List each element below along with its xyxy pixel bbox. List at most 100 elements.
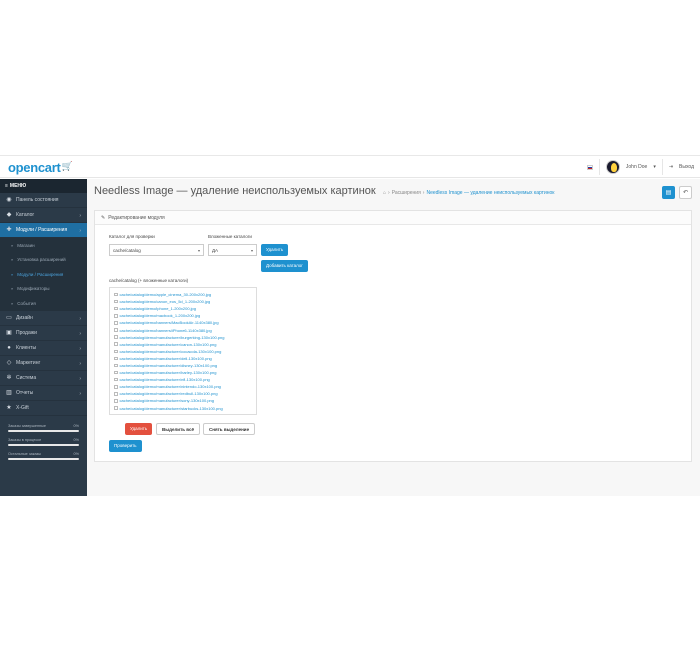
order-stats: Заказы завершенные 0% Заказы в процессе 0%… [0, 416, 87, 460]
file-checkbox[interactable] [114, 363, 118, 368]
file-path[interactable]: cache/catalog/demo/apple_cinema_30-200x2… [120, 292, 212, 297]
list-item[interactable]: cache/catalog/demo/manufacturer/starbuck… [114, 405, 256, 412]
file-path[interactable]: cache/catalog/demo/manufacturer/disney-1… [120, 363, 218, 368]
user-name[interactable]: John Doe [626, 164, 647, 170]
file-path[interactable]: cache/catalog/demo/canon_eos_5d_1-200x20… [120, 299, 211, 304]
sidebar-subitem-modifications[interactable]: » Модификаторы [0, 282, 87, 297]
file-checkbox[interactable] [114, 356, 118, 361]
breadcrumb-item[interactable]: Needless Image — удаление неиспользуемых… [426, 190, 554, 196]
menu-header[interactable]: ≡ МЕНЮ [0, 179, 87, 193]
list-item[interactable]: cache/catalog/demo/manufacturer/nintendo… [114, 383, 256, 390]
sidebar-subitem-store[interactable]: » Магазин [0, 238, 87, 253]
sidebar-item-marketing[interactable]: ◇ Маркетинг › [0, 356, 87, 371]
logout-icon[interactable]: ⇥ [669, 164, 673, 170]
file-path[interactable]: cache/catalog/demo/manufacturer/redbull-… [120, 391, 218, 396]
file-path[interactable]: cache/catalog/demo/manufacturer/canon-13… [120, 342, 217, 347]
sidebar-item-customers[interactable]: ● Клиенты › [0, 341, 87, 356]
sidebar-item-label: Продажи [16, 329, 37, 336]
file-checkbox[interactable] [114, 349, 118, 354]
stat-label: Заказы в процессе [8, 437, 42, 442]
file-checkbox[interactable] [114, 399, 118, 403]
sidebar-item-catalog[interactable]: ◆ Каталог › [0, 208, 87, 223]
list-item[interactable]: cache/catalog/demo/canon_eos_5d_1-200x20… [114, 298, 256, 305]
file-list[interactable]: cache/catalog/demo/apple_cinema_30-200x2… [109, 287, 257, 415]
file-checkbox[interactable] [114, 321, 118, 325]
delete-button[interactable]: Удалить [125, 423, 153, 435]
file-checkbox[interactable] [114, 385, 118, 389]
sidebar-item-system[interactable]: ✲ Система › [0, 371, 87, 386]
list-item[interactable]: cache/catalog/demo/apple_cinema_30-200x2… [114, 291, 256, 298]
file-checkbox[interactable] [114, 370, 118, 375]
file-path[interactable]: cache/catalog/demo/manufacturer/burgerki… [120, 335, 225, 340]
file-path[interactable]: cache/catalog/demo/manufacturer/nintendo… [120, 384, 221, 389]
file-list-caption: cache/catalog (+ вложенные каталоги) [109, 278, 189, 283]
save-button[interactable]: ▤ [662, 186, 675, 199]
file-path[interactable]: cache/catalog/demo/manufacturer/nfl-130x… [120, 377, 210, 382]
file-path[interactable]: cache/catalog/demo/manufacturer/dell-130… [120, 356, 212, 361]
file-checkbox[interactable] [114, 299, 118, 304]
file-path[interactable]: cache/catalog/demo/banners/MacBookAir-11… [120, 320, 219, 325]
select-all-button[interactable]: Выделить всё [156, 423, 200, 435]
avatar[interactable] [605, 160, 620, 174]
app-window: opencart🛒 John Doe ▾ ⇥ Выход ≡ МЕНЮ ◉ Па… [0, 155, 700, 496]
sidebar-item-reports[interactable]: ▥ Отчеты › [0, 386, 87, 401]
deselect-button[interactable]: Снять выделение [203, 423, 256, 435]
file-path[interactable]: cache/catalog/demo/manufacturer/sony-130… [120, 398, 215, 403]
home-icon[interactable]: ⌂ [383, 190, 386, 196]
page-title: Needless Image — удаление неиспользуемых… [94, 185, 376, 197]
sidebar-item-dashboard[interactable]: ◉ Панель состояния [0, 193, 87, 208]
file-checkbox[interactable] [114, 306, 118, 311]
chevron-down-icon[interactable]: ▾ [653, 164, 656, 170]
file-checkbox[interactable] [114, 328, 118, 332]
sidebar-item-sales[interactable]: ▣ Продажи › [0, 326, 87, 341]
list-item[interactable]: cache/catalog/demo/manufacturer/redbull-… [114, 390, 256, 397]
star-icon: ★ [6, 404, 12, 411]
delete-catalog-button[interactable]: Удалить [261, 244, 289, 256]
add-catalog-button[interactable]: Добавить каталог [261, 260, 308, 272]
file-path[interactable]: cache/catalog/demo/manufacturer/harley-1… [120, 370, 217, 375]
file-checkbox[interactable] [114, 377, 118, 382]
back-button[interactable]: ↶ [679, 186, 692, 199]
list-item[interactable]: cache/catalog/demo/manufacturer/harley-1… [114, 369, 256, 376]
tag-icon: ◆ [6, 212, 12, 218]
list-item[interactable]: cache/catalog/demo/macbook_1-200x200.jpg [114, 312, 256, 319]
divider [598, 159, 600, 175]
file-checkbox[interactable] [114, 292, 118, 297]
file-path[interactable]: cache/catalog/demo/banners/iPhone6-1140x… [120, 328, 212, 333]
sidebar-subitem-installer[interactable]: » Установка расширений [0, 253, 87, 268]
logout-link[interactable]: Выход [679, 164, 694, 170]
sidebar-item-extensions[interactable]: ✚ Модули / Расширения › [0, 223, 87, 238]
stat-value: 0% [73, 423, 80, 428]
list-item[interactable]: cache/catalog/demo/banners/MacBookAir-11… [114, 319, 256, 326]
sidebar-subitem-events[interactable]: » События [0, 296, 87, 311]
sidebar-item-xgift[interactable]: ★ X-Gift [0, 401, 87, 416]
sidebar-subitem-extensions[interactable]: » Модули / Расширения [0, 267, 87, 282]
list-item[interactable]: cache/catalog/demo/manufacturer/nfl-130x… [114, 376, 256, 383]
file-path[interactable]: cache/catalog/demo/manufacturer/cocacola… [120, 349, 222, 354]
list-item[interactable]: cache/catalog/demo/manufacturer/disney-1… [114, 362, 256, 369]
check-button[interactable]: Проверить [109, 440, 142, 452]
sidebar-item-design[interactable]: ▭ Дизайн › [0, 311, 87, 326]
list-item[interactable]: cache/catalog/demo/manufacturer/canon-13… [114, 341, 256, 348]
file-checkbox[interactable] [114, 392, 118, 396]
list-item[interactable]: cache/catalog/demo/iphone_1-200x200.jpg [114, 305, 256, 312]
file-path[interactable]: cache/catalog/demo/iphone_1-200x200.jpg [120, 306, 197, 311]
catalog-select[interactable]: cache/catalog ▾ [109, 244, 204, 256]
nested-select[interactable]: ДА ▾ [208, 244, 257, 256]
list-item[interactable]: cache/catalog/demo/manufacturer/sony-130… [114, 397, 256, 404]
breadcrumb-item[interactable]: Расширения [392, 190, 421, 196]
list-item[interactable]: cache/catalog/demo/manufacturer/burgerki… [114, 334, 256, 341]
file-checkbox[interactable] [114, 335, 118, 339]
language-flag-icon[interactable] [586, 164, 593, 170]
file-checkbox[interactable] [114, 314, 118, 318]
list-item[interactable]: cache/catalog/demo/manufacturer/dell-130… [114, 355, 256, 362]
list-item[interactable]: cache/catalog/demo/banners/iPhone6-1140x… [114, 326, 256, 333]
progress-bar [8, 457, 79, 460]
file-path[interactable]: cache/catalog/demo/macbook_1-200x200.jpg [120, 313, 201, 318]
file-path[interactable]: cache/catalog/demo/manufacturer/starbuck… [120, 406, 223, 411]
file-checkbox[interactable] [114, 406, 118, 410]
file-checkbox[interactable] [114, 342, 118, 346]
list-item[interactable]: cache/catalog/demo/manufacturer/cocacola… [114, 348, 256, 355]
chevron-right-icon: › [79, 375, 81, 382]
opencart-logo[interactable]: opencart🛒 [8, 160, 73, 175]
